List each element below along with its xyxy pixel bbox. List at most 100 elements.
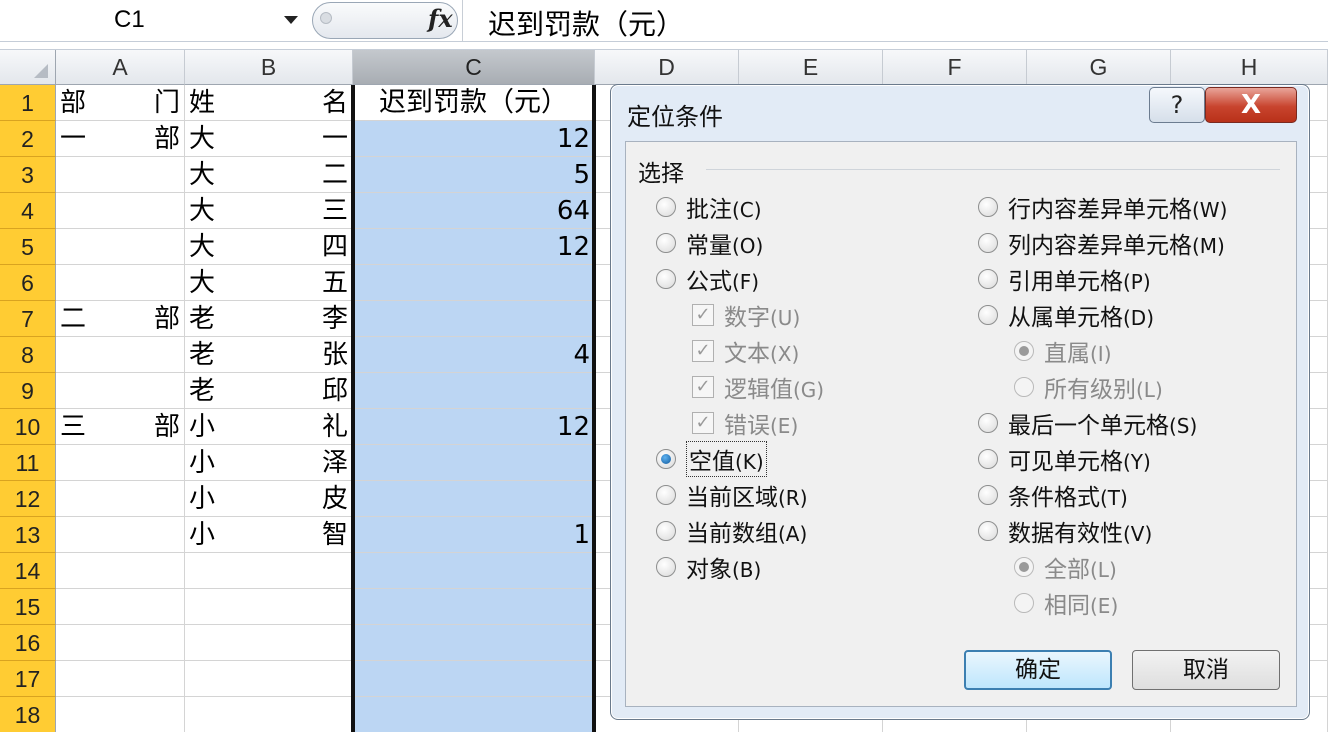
option-r7[interactable]: 可见单元格(Y) [978, 444, 1151, 475]
cell-b18[interactable] [185, 697, 353, 732]
row-header-16[interactable]: 16 [0, 625, 56, 661]
option-r9[interactable]: 数据有效性(V) [978, 516, 1152, 547]
cell-a16[interactable] [56, 625, 185, 661]
cell-c5[interactable]: 12 [353, 229, 595, 265]
option-l10[interactable]: 对象(B) [656, 552, 761, 583]
cell-b1[interactable]: 姓名 [185, 85, 353, 121]
option-r4[interactable]: 直属(I) [1014, 336, 1112, 367]
cell-a1[interactable]: 部门 [56, 85, 185, 121]
row-header-17[interactable]: 17 [0, 661, 56, 697]
cell-c7[interactable] [353, 301, 595, 337]
cell-a15[interactable] [56, 589, 185, 625]
option-r3[interactable]: 从属单元格(D) [978, 300, 1154, 331]
row-header-5[interactable]: 5 [0, 229, 56, 265]
cell-a11[interactable] [56, 445, 185, 481]
option-l7[interactable]: 空值(K) [656, 441, 767, 477]
cell-b15[interactable] [185, 589, 353, 625]
row-header-8[interactable]: 8 [0, 337, 56, 373]
cell-c14[interactable] [353, 553, 595, 589]
option-l3[interactable]: ✓ 数字(U) [692, 300, 800, 331]
option-r10[interactable]: 全部(L) [1014, 552, 1117, 583]
row-header-14[interactable]: 14 [0, 553, 56, 589]
row-header-4[interactable]: 4 [0, 193, 56, 229]
resize-handle-icon[interactable] [320, 12, 332, 24]
option-l1[interactable]: 常量(O) [656, 228, 763, 259]
cell-b9[interactable]: 老邱 [185, 373, 353, 409]
column-header-g[interactable]: G [1027, 50, 1171, 85]
cell-c16[interactable] [353, 625, 595, 661]
cell-a18[interactable] [56, 697, 185, 732]
option-r1[interactable]: 列内容差异单元格(M) [978, 228, 1225, 259]
column-header-b[interactable]: B [185, 50, 353, 85]
cell-c12[interactable] [353, 481, 595, 517]
cell-a14[interactable] [56, 553, 185, 589]
cell-a13[interactable] [56, 517, 185, 553]
cell-a2[interactable]: 一部 [56, 121, 185, 157]
cell-b10[interactable]: 小礼 [185, 409, 353, 445]
cell-c11[interactable] [353, 445, 595, 481]
cell-c1[interactable]: 迟到罚款（元） [353, 85, 595, 121]
row-header-10[interactable]: 10 [0, 409, 56, 445]
column-header-h[interactable]: H [1171, 50, 1328, 85]
column-header-c[interactable]: C [353, 50, 595, 85]
cell-b3[interactable]: 大二 [185, 157, 353, 193]
row-header-2[interactable]: 2 [0, 121, 56, 157]
option-l9[interactable]: 当前数组(A) [656, 516, 807, 547]
ok-button[interactable]: 确定 [964, 650, 1112, 690]
cell-a17[interactable] [56, 661, 185, 697]
option-r6[interactable]: 最后一个单元格(S) [978, 408, 1197, 439]
cell-a3[interactable] [56, 157, 185, 193]
cell-b16[interactable] [185, 625, 353, 661]
option-l6[interactable]: ✓ 错误(E) [692, 408, 798, 439]
cell-c9[interactable] [353, 373, 595, 409]
cell-a5[interactable] [56, 229, 185, 265]
option-l8[interactable]: 当前区域(R) [656, 480, 808, 511]
option-l2[interactable]: 公式(F) [656, 264, 759, 295]
cell-b8[interactable]: 老张 [185, 337, 353, 373]
cell-c2[interactable]: 12 [353, 121, 595, 157]
close-button[interactable]: X [1205, 87, 1297, 123]
column-header-d[interactable]: D [595, 50, 739, 85]
cell-a8[interactable] [56, 337, 185, 373]
row-header-11[interactable]: 11 [0, 445, 56, 481]
cell-b14[interactable] [185, 553, 353, 589]
row-header-13[interactable]: 13 [0, 517, 56, 553]
cell-c10[interactable]: 12 [353, 409, 595, 445]
cell-c15[interactable] [353, 589, 595, 625]
fx-icon[interactable]: fx [428, 4, 453, 33]
cell-a9[interactable] [56, 373, 185, 409]
cell-a4[interactable] [56, 193, 185, 229]
cell-c13[interactable]: 1 [353, 517, 595, 553]
cell-c17[interactable] [353, 661, 595, 697]
option-l5[interactable]: ✓ 逻辑值(G) [692, 372, 824, 403]
cell-c3[interactable]: 5 [353, 157, 595, 193]
cell-b7[interactable]: 老李 [185, 301, 353, 337]
cancel-button[interactable]: 取消 [1132, 650, 1280, 690]
row-header-12[interactable]: 12 [0, 481, 56, 517]
column-header-f[interactable]: F [883, 50, 1027, 85]
cell-a12[interactable] [56, 481, 185, 517]
column-header-a[interactable]: A [56, 50, 185, 85]
cell-a6[interactable] [56, 265, 185, 301]
cell-a10[interactable]: 三部 [56, 409, 185, 445]
cell-c8[interactable]: 4 [353, 337, 595, 373]
option-l4[interactable]: ✓ 文本(X) [692, 336, 799, 367]
cell-c18[interactable] [353, 697, 595, 732]
row-header-9[interactable]: 9 [0, 373, 56, 409]
cell-a7[interactable]: 二部 [56, 301, 185, 337]
row-header-1[interactable]: 1 [0, 85, 56, 121]
cell-b2[interactable]: 大一 [185, 121, 353, 157]
row-header-3[interactable]: 3 [0, 157, 56, 193]
row-header-7[interactable]: 7 [0, 301, 56, 337]
row-header-18[interactable]: 18 [0, 697, 56, 732]
column-header-e[interactable]: E [739, 50, 883, 85]
option-r5[interactable]: 所有级别(L) [1014, 372, 1163, 403]
select-all-corner[interactable] [0, 50, 56, 85]
name-box[interactable]: C1 [0, 0, 310, 41]
cell-b4[interactable]: 大三 [185, 193, 353, 229]
option-r2[interactable]: 引用单元格(P) [978, 264, 1151, 295]
option-r11[interactable]: 相同(E) [1014, 588, 1118, 619]
option-r0[interactable]: 行内容差异单元格(W) [978, 192, 1227, 223]
cell-b5[interactable]: 大四 [185, 229, 353, 265]
option-l0[interactable]: 批注(C) [656, 192, 762, 223]
